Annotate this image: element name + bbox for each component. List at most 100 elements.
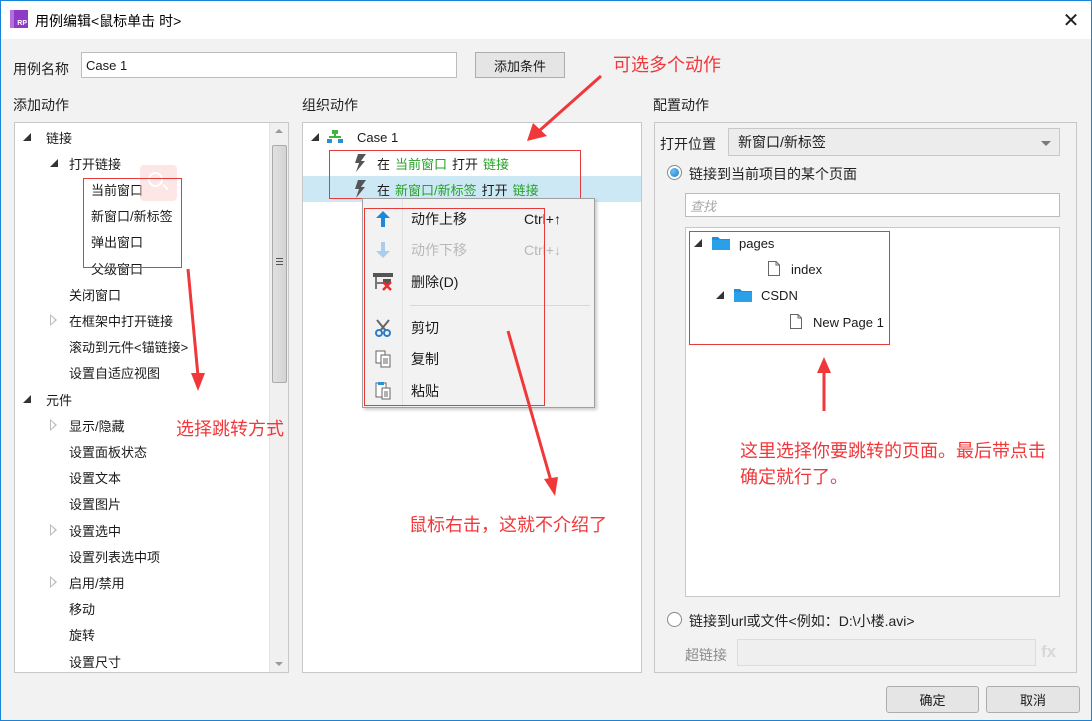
add-action-label: 设置文本 xyxy=(69,471,122,487)
add-action-item[interactable]: 新窗口/新标签 xyxy=(15,203,270,229)
grip-icon xyxy=(276,258,283,259)
menu-item: 动作下移 Ctrl+↓ xyxy=(364,235,594,265)
page-tree-item[interactable]: CSDN xyxy=(686,282,1056,308)
add-action-item[interactable]: 移动 xyxy=(15,596,270,622)
folder-icon xyxy=(712,236,730,253)
page-tree-item[interactable]: index xyxy=(686,256,1056,282)
add-action-label: 设置面板状态 xyxy=(69,444,148,460)
ok-button[interactable]: 确定 xyxy=(886,686,979,713)
radio-link-to-url-label[interactable]: 链接到url或文件<例如：D:\小楼.avi> xyxy=(689,611,915,631)
scroll-down-icon[interactable] xyxy=(275,662,283,666)
add-action-label: 关闭窗口 xyxy=(69,287,122,303)
collapse-icon[interactable] xyxy=(50,419,57,432)
add-action-item[interactable]: 链接 xyxy=(15,124,270,150)
add-action-item[interactable]: 弹出窗口 xyxy=(15,229,270,255)
title-bar: RP 用例编辑<鼠标单击 时> ✕ xyxy=(1,1,1091,39)
menu-item[interactable]: 剪切 xyxy=(364,313,594,343)
menu-item[interactable]: 动作上移 Ctrl+↑ xyxy=(364,204,594,234)
hyperlink-label: 超链接 xyxy=(685,647,727,663)
expand-icon[interactable] xyxy=(694,239,702,247)
annotation-multi-select: 可选多个动作 xyxy=(613,55,721,76)
add-action-label: 新窗口/新标签 xyxy=(91,209,173,225)
add-actions-tree: 链接 打开链接 当前窗口 新窗口/新标签 弹出窗口 父级窗口 关闭窗口 在框架中打开链接 滚动到… xyxy=(14,122,289,673)
add-actions-scrollbar[interactable] xyxy=(269,123,288,672)
page-tree-item[interactable]: pages xyxy=(686,230,1056,256)
expand-icon[interactable] xyxy=(50,159,58,168)
scroll-thumb[interactable] xyxy=(272,145,287,383)
case-name-label: 用例名称 xyxy=(13,61,69,77)
add-action-item[interactable]: 设置尺寸 xyxy=(15,648,270,672)
add-action-label: 移动 xyxy=(69,602,96,618)
add-action-item[interactable]: 设置自适应视图 xyxy=(15,360,270,386)
close-icon: ✕ xyxy=(1062,9,1080,32)
expand-icon xyxy=(311,133,319,141)
window-title: 用例编辑<鼠标单击 时> xyxy=(35,13,182,29)
annotation-choose-jump: 选择跳转方式 xyxy=(176,419,284,440)
hyperlink-input[interactable] xyxy=(737,639,1036,666)
add-action-label: 设置选中 xyxy=(69,523,122,539)
add-action-label: 设置自适应视图 xyxy=(69,366,161,382)
expand-icon[interactable] xyxy=(23,133,31,141)
close-button[interactable]: ✕ xyxy=(1057,7,1085,33)
add-action-label: 链接 xyxy=(46,130,73,146)
add-action-item[interactable]: 滚动到元件<锚链接> xyxy=(15,334,270,360)
collapse-icon[interactable] xyxy=(50,314,57,327)
case-node[interactable]: Case 1 xyxy=(311,124,641,150)
case-editor-dialog: RP 用例编辑<鼠标单击 时> ✕ 用例名称 Case 1 添加条件 添加动作 … xyxy=(0,0,1092,721)
annotation-choose-page-1: 这里选择你要跳转的页面。最后带点击 xyxy=(740,441,1046,462)
radio-link-to-page[interactable] xyxy=(667,165,682,180)
pages-tree: pages index CSDN New Page 1 xyxy=(685,227,1060,597)
add-action-label: 设置图片 xyxy=(69,497,122,513)
add-action-label: 设置尺寸 xyxy=(69,654,122,670)
page-icon xyxy=(790,314,802,332)
add-action-label: 设置列表选中项 xyxy=(69,549,161,565)
add-action-item[interactable]: 设置图片 xyxy=(15,491,270,517)
arrow-down-icon xyxy=(364,242,402,258)
configure-action-heading: 配置动作 xyxy=(653,97,709,113)
add-action-item[interactable]: 启用/禁用 xyxy=(15,569,270,595)
add-action-item[interactable]: 设置面板状态 xyxy=(15,438,270,464)
menu-item[interactable]: 删除(D) xyxy=(364,267,594,297)
action-item[interactable]: 在当前窗口 打开 链接 xyxy=(303,150,641,176)
add-action-label: 父级窗口 xyxy=(91,261,144,277)
add-action-item[interactable]: 设置选中 xyxy=(15,517,270,543)
menu-item[interactable]: 粘贴 xyxy=(364,376,594,406)
delete-icon xyxy=(364,273,402,291)
context-menu: 动作上移 Ctrl+↑ 动作下移 Ctrl+↓ 删除(D) 剪切 复制 粘贴 xyxy=(362,198,595,408)
case-name-input[interactable]: Case 1 xyxy=(81,52,457,78)
add-action-item[interactable]: 父级窗口 xyxy=(15,255,270,281)
add-action-item[interactable]: 旋转 xyxy=(15,622,270,648)
folder-icon xyxy=(734,288,752,305)
case-flow-icon xyxy=(327,130,343,143)
menu-separator xyxy=(410,305,590,306)
menu-item[interactable]: 复制 xyxy=(364,344,594,374)
radio-link-to-page-label[interactable]: 链接到当前项目的某个页面 xyxy=(689,164,857,184)
collapse-icon[interactable] xyxy=(50,576,57,589)
cancel-button[interactable]: 取消 xyxy=(986,686,1080,713)
add-action-label: 启用/禁用 xyxy=(69,575,125,591)
add-action-item[interactable]: 在框架中打开链接 xyxy=(15,307,270,333)
open-location-label: 打开位置 xyxy=(660,136,716,152)
add-condition-button[interactable]: 添加条件 xyxy=(475,52,565,78)
collapse-icon[interactable] xyxy=(50,524,57,536)
paste-icon xyxy=(364,382,402,400)
page-search-input[interactable]: 查找 xyxy=(685,193,1060,217)
scroll-up-icon[interactable] xyxy=(275,129,283,133)
scissors-icon xyxy=(364,319,402,337)
radio-link-to-url[interactable] xyxy=(667,612,682,627)
add-action-item[interactable]: 设置列表选中项 xyxy=(15,543,270,569)
add-action-label: 旋转 xyxy=(69,628,96,644)
axure-rp-app-icon: RP xyxy=(10,10,28,28)
add-action-item[interactable]: 设置文本 xyxy=(15,465,270,491)
page-tree-item[interactable]: New Page 1 xyxy=(686,309,1056,335)
expand-icon[interactable] xyxy=(716,291,724,299)
open-location-select[interactable]: 新窗口/新标签 xyxy=(728,128,1060,156)
annotation-right-click: 鼠标右击，这就不介绍了 xyxy=(409,515,607,536)
expand-icon[interactable] xyxy=(23,395,31,403)
add-action-item[interactable]: 元件 xyxy=(15,386,270,412)
copy-icon xyxy=(364,350,402,368)
add-action-label: 打开链接 xyxy=(69,156,122,172)
fx-button[interactable]: fx xyxy=(1041,642,1056,662)
add-action-label: 元件 xyxy=(46,392,73,408)
add-action-item[interactable]: 关闭窗口 xyxy=(15,281,270,307)
